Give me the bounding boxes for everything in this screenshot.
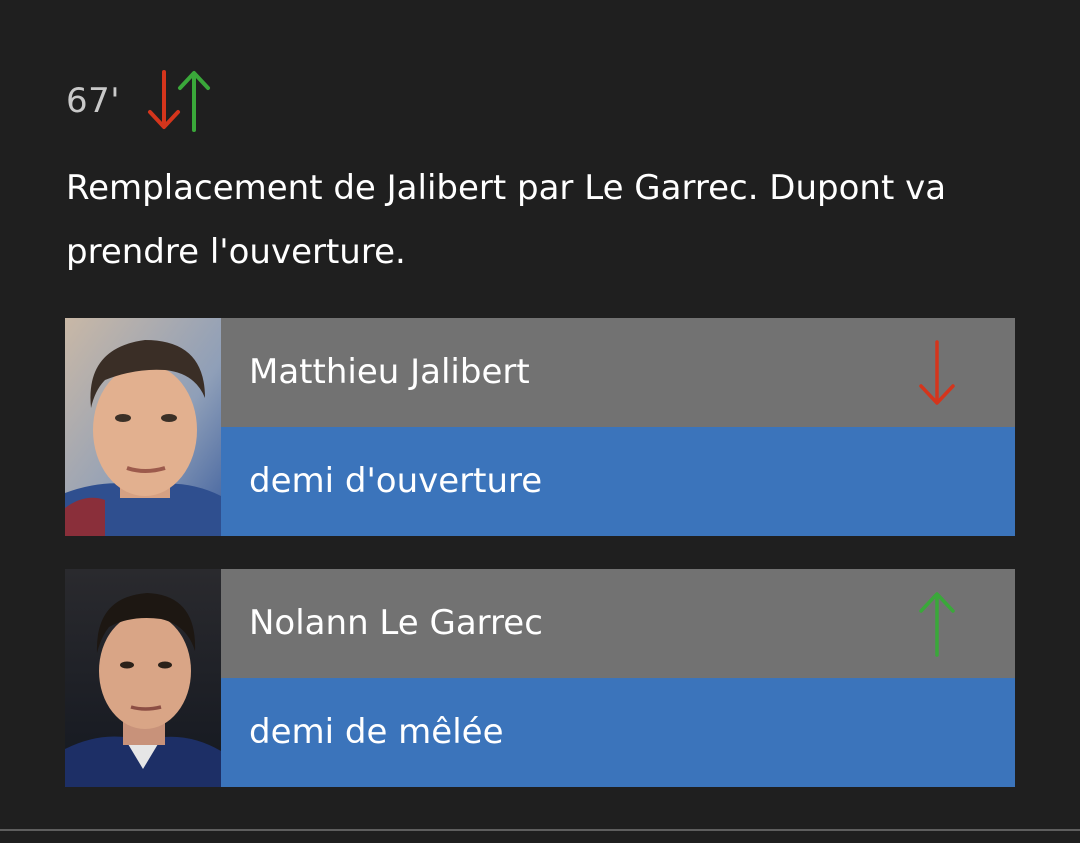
player-position: demi d'ouverture (249, 461, 543, 501)
event-header: 67' (66, 66, 216, 136)
player-name-row: Nolann Le Garrec (221, 569, 1015, 678)
arrow-down-icon (919, 340, 955, 405)
event-description: Remplacement de Jalibert par Le Garrec. … (66, 168, 947, 272)
player-name: Nolann Le Garrec (249, 603, 543, 643)
player-card-out[interactable]: Matthieu Jalibert demi d'ouverture (65, 318, 1015, 536)
player-name-row: Matthieu Jalibert (221, 318, 1015, 427)
event-minute: 67' (66, 81, 121, 121)
player-position: demi de mêlée (249, 712, 504, 752)
player-photo (65, 569, 221, 787)
substitution-event: 67' Remplacement de Jalibert par Le Garr… (0, 0, 1080, 843)
player-position-row: demi de mêlée (221, 678, 1015, 787)
player-position-row: demi d'ouverture (221, 427, 1015, 536)
substitution-arrows-icon (148, 70, 211, 132)
arrow-up-icon (919, 592, 955, 657)
player-photo (65, 318, 221, 536)
player-card-in[interactable]: Nolann Le Garrec demi de mêlée (65, 569, 1015, 787)
divider (0, 829, 1080, 831)
player-name: Matthieu Jalibert (249, 352, 530, 392)
